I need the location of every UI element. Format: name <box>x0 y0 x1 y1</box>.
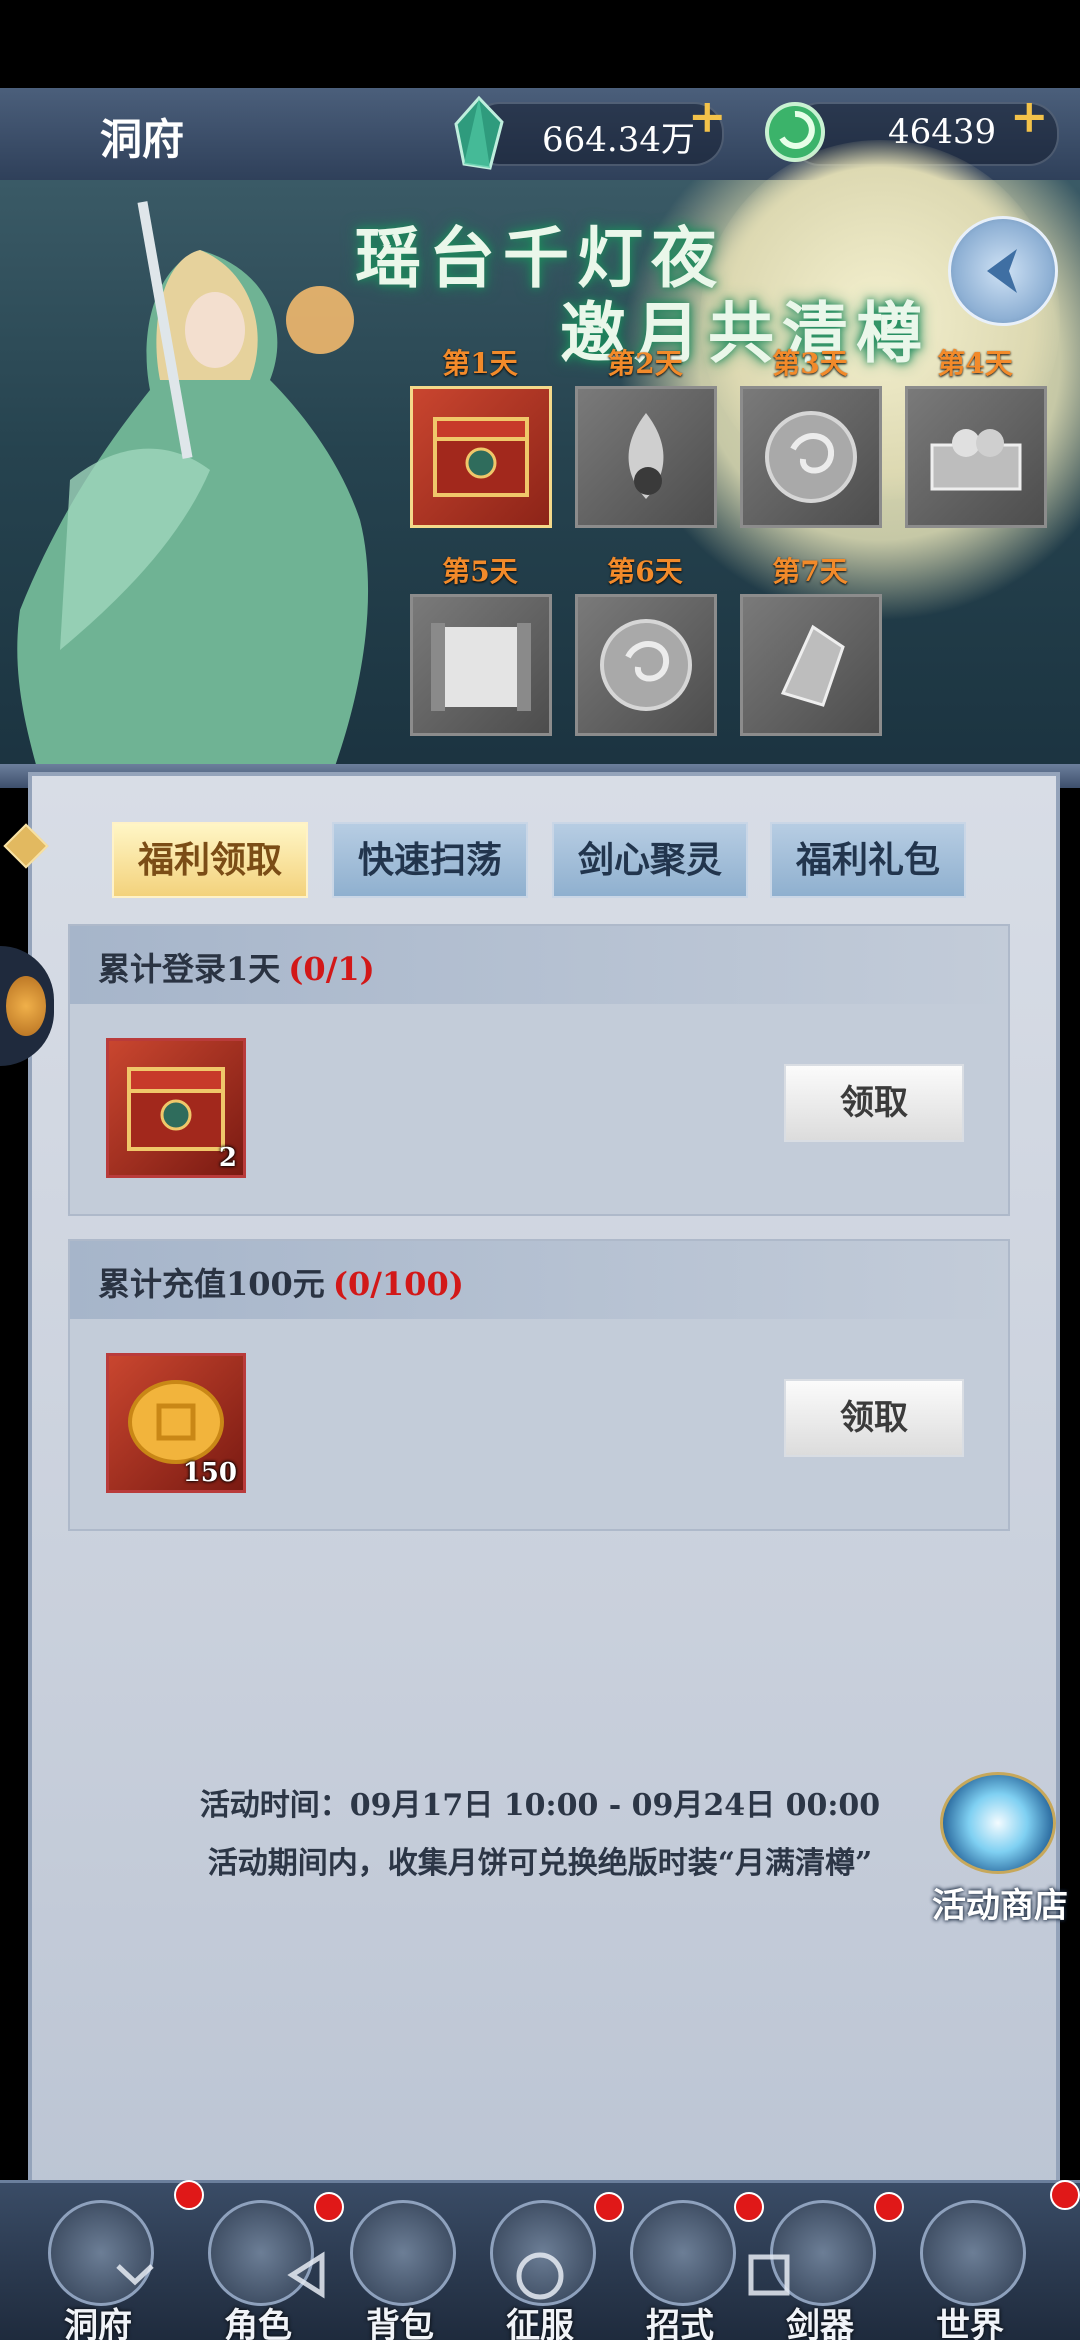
tab-welfare-claim[interactable]: 福利领取 <box>112 822 308 898</box>
tab-welfare-pack[interactable]: 福利礼包 <box>770 822 966 898</box>
day-label: 第2天 <box>607 347 683 380</box>
skill-book-icon <box>630 2200 736 2306</box>
event-description: 活动期间内，收集月饼可兑换绝版时装“月满清樽” <box>207 1846 873 1881</box>
chevron-down-icon[interactable] <box>110 2250 160 2300</box>
status-bar <box>0 0 1080 88</box>
nav-label: 背包 <box>366 2306 434 2340</box>
task-title-text: 累计登录1天 <box>98 950 281 988</box>
red-treasure-chest-icon[interactable]: 2 <box>106 1038 246 1178</box>
nav-label: 征服 <box>506 2306 574 2340</box>
nav-label: 招式 <box>646 2306 714 2340</box>
currency-jade-crystal: 664.34万 <box>470 102 724 166</box>
recents-square-icon[interactable] <box>744 2250 794 2300</box>
notification-dot <box>734 2192 764 2222</box>
back-triangle-icon[interactable] <box>282 2250 332 2300</box>
jade-crystal-icon <box>454 95 504 170</box>
silver-chest-icon <box>905 386 1047 528</box>
notification-dot <box>874 2192 904 2222</box>
event-time: 活动时间：09月17日 10:00 - 09月24日 00:00 <box>199 1788 881 1823</box>
tab-quick-sweep[interactable]: 快速扫荡 <box>332 822 528 898</box>
nav-skills[interactable]: 招式 <box>610 2186 750 2340</box>
day-label: 第5天 <box>442 555 518 588</box>
activity-shop-label: 活动商店 <box>932 1886 1068 1926</box>
activity-shop-button[interactable]: 活动商店 <box>920 1772 1080 1932</box>
notification-dot <box>1050 2180 1080 2210</box>
jade-token-icon <box>740 386 882 528</box>
jade-token-icon <box>575 594 717 736</box>
day-label: 第4天 <box>937 347 1013 380</box>
currency-jade-crystal-value: 664.34万 <box>542 120 695 160</box>
mooncake-icon[interactable]: 150 <box>106 1353 246 1493</box>
event-banner: 瑶台千灯夜 邀月共清樽 第1天 第2天 第3天 第4天 第5天 第6天 第7天 <box>0 140 1080 780</box>
red-treasure-chest-icon <box>410 386 552 528</box>
item-count: 150 <box>182 1458 237 1488</box>
world-map-icon <box>920 2200 1026 2306</box>
task-title: 累计登录1天 (0/1) <box>98 944 375 990</box>
task-title-text: 累计充值100元 <box>98 1265 325 1303</box>
nav-label: 剑器 <box>786 2306 854 2340</box>
back-button[interactable] <box>948 216 1058 326</box>
crystal-shard-icon <box>740 594 882 736</box>
activity-shop-icon <box>940 1772 1056 1874</box>
back-arrow-icon <box>987 249 1017 293</box>
day-label: 第1天 <box>442 347 518 380</box>
gourd-icon <box>6 976 46 1036</box>
notification-dot <box>594 2192 624 2222</box>
task-title: 累计充值100元 (0/100) <box>98 1259 464 1305</box>
tab-sword-heart[interactable]: 剑心聚灵 <box>552 822 748 898</box>
claim-button[interactable]: 领取 <box>784 1064 964 1142</box>
notification-dot <box>174 2180 204 2210</box>
item-count: 2 <box>218 1143 237 1173</box>
task-progress: (0/100) <box>332 1265 464 1303</box>
screen: 洞府 664.34万 + 46439 + 瑶台千灯夜 邀月共清樽 第1天 第2天… <box>0 0 1080 2340</box>
nav-world[interactable]: 世界 <box>900 2186 1040 2340</box>
bag-icon <box>350 2200 456 2306</box>
nav-label: 洞府 <box>64 2306 132 2340</box>
claim-button[interactable]: 领取 <box>784 1379 964 1457</box>
scroll-icon <box>410 594 552 736</box>
task-card-login: 累计登录1天 (0/1) 2 领取 <box>68 924 1010 1216</box>
home-circle-icon[interactable] <box>514 2250 566 2302</box>
nav-label: 世界 <box>936 2306 1004 2340</box>
page-title: 洞府 <box>100 115 185 164</box>
task-progress: (0/1) <box>288 950 375 988</box>
task-card-recharge: 累计充值100元 (0/100) 150 领取 <box>68 1239 1010 1531</box>
day-label: 第6天 <box>607 555 683 588</box>
notification-dot <box>314 2192 344 2222</box>
spirit-flame-icon <box>575 386 717 528</box>
fairy-lady-illustration <box>17 201 369 780</box>
day-label: 第7天 <box>772 555 848 588</box>
nav-bag[interactable]: 背包 <box>330 2186 470 2340</box>
day-label: 第3天 <box>772 347 848 380</box>
add-jade-crystal-button[interactable]: + <box>688 92 727 140</box>
add-jade-coin-button[interactable]: + <box>1010 92 1049 140</box>
nav-label: 角色 <box>224 2306 292 2340</box>
